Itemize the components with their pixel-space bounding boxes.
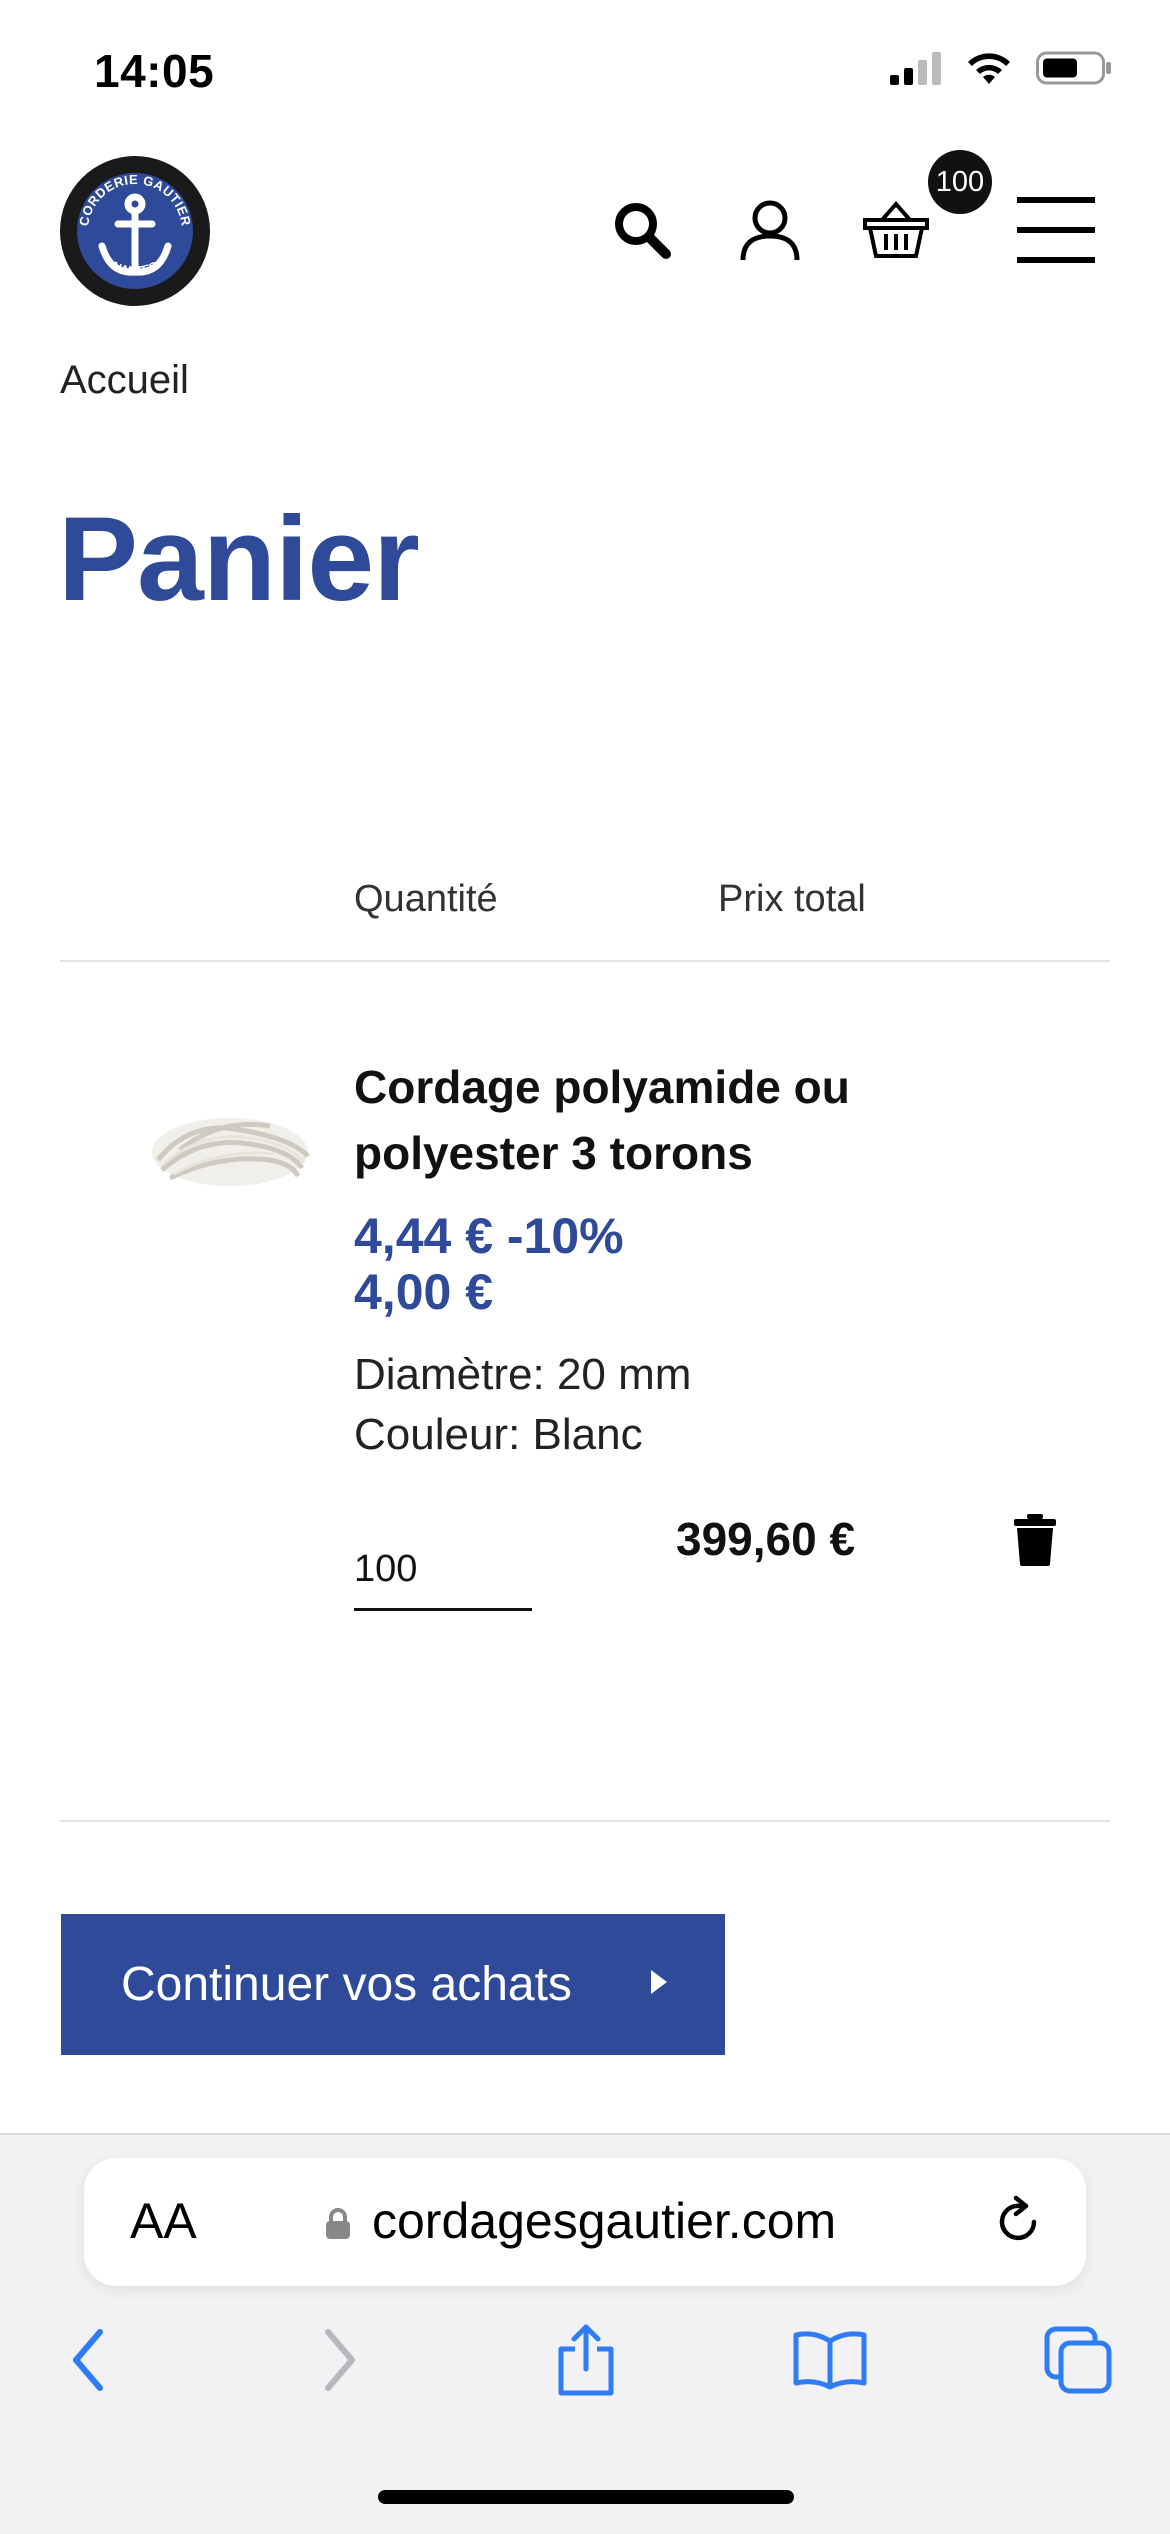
user-icon[interactable]	[730, 190, 810, 270]
reload-icon[interactable]	[990, 2194, 1046, 2250]
breadcrumb-home[interactable]: Accueil	[60, 358, 189, 403]
product-title[interactable]: Cordage polyamide ou polyester 3 torons	[354, 1054, 994, 1186]
aa-label: AA	[130, 2193, 197, 2249]
menu-icon[interactable]	[1016, 190, 1096, 270]
divider	[60, 1820, 1110, 1822]
share-icon[interactable]	[548, 2322, 624, 2398]
play-arrow-icon	[651, 1970, 667, 1994]
site-logo[interactable]: CORDERIE GAUTIER NANTES	[58, 154, 212, 308]
quantity-input[interactable]	[354, 1530, 532, 1611]
continue-shopping-button[interactable]: Continuer vos achats	[61, 1914, 725, 2055]
signal-icon	[890, 52, 941, 85]
divider	[60, 960, 1110, 962]
status-time: 14:05	[94, 45, 215, 97]
page-title: Panier	[58, 492, 420, 626]
wifi-icon	[968, 53, 1010, 84]
option-color: Couleur: Blanc	[354, 1410, 643, 1459]
product-thumbnail[interactable]	[140, 1090, 330, 1210]
search-icon[interactable]	[602, 190, 682, 270]
reader-text-size-button[interactable]: AA	[130, 2192, 197, 2250]
forward-icon[interactable]	[302, 2322, 378, 2398]
delete-item-trash-icon[interactable]	[1012, 1514, 1058, 1566]
url-text[interactable]: cordagesgautier.com	[372, 2192, 836, 2250]
continue-shopping-label: Continuer vos achats	[121, 1958, 572, 2011]
basket-icon[interactable]	[856, 190, 936, 270]
battery-icon	[1036, 51, 1111, 85]
anchor-logo-icon: CORDERIE GAUTIER NANTES	[60, 156, 210, 306]
original-price-discount: 4,44 € -10%	[354, 1208, 624, 1264]
bookmarks-icon[interactable]	[792, 2322, 868, 2398]
back-icon[interactable]	[50, 2322, 126, 2398]
column-header-total: Prix total	[718, 878, 866, 920]
column-header-quantity: Quantité	[354, 878, 498, 920]
tabs-icon[interactable]	[1040, 2322, 1116, 2398]
unit-price: 4,00 €	[354, 1264, 494, 1320]
line-total: 399,60 €	[676, 1513, 856, 1565]
lock-icon	[324, 2208, 352, 2239]
cart-count-badge: 100	[928, 150, 992, 214]
option-diameter: Diamètre: 20 mm	[354, 1350, 692, 1399]
home-indicator[interactable]	[378, 2490, 794, 2504]
status-icons	[890, 50, 1112, 86]
